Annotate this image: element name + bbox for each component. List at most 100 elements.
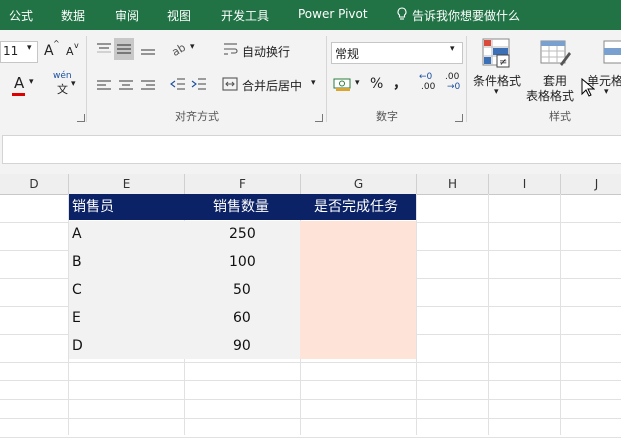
column-header-d[interactable]: D — [0, 174, 69, 194]
align-middle-button[interactable] — [114, 38, 134, 60]
chevron-down-icon[interactable]: ▾ — [311, 78, 316, 88]
align-right-icon[interactable] — [140, 79, 156, 91]
styles-group-label: 样式 — [549, 110, 571, 123]
align-middle-icon — [117, 44, 131, 54]
tab-data[interactable]: 数据 — [61, 7, 85, 24]
cell-salesperson[interactable]: D — [72, 333, 83, 360]
font-dialog-launcher[interactable] — [77, 114, 85, 122]
align-top-icon[interactable] — [96, 42, 112, 54]
phonetic-top[interactable]: wén — [53, 71, 72, 81]
format-as-table-icon — [540, 40, 571, 66]
tab-review[interactable]: 审阅 — [115, 7, 139, 24]
column-header-bar: D E F G H I J — [0, 174, 621, 195]
format-as-table-line2[interactable]: 表格格式 — [526, 87, 574, 104]
group-separator — [326, 36, 327, 122]
ribbon-tab-bar: 公式 数据 审阅 视图 开发工具 Power Pivot 告诉我你想要做什么 — [0, 0, 621, 30]
svg-text:≠: ≠ — [499, 57, 507, 68]
tab-view[interactable]: 视图 — [167, 7, 191, 24]
grid-column-line — [488, 194, 489, 435]
cell-salesperson[interactable]: E — [72, 305, 81, 332]
chevron-down-icon[interactable]: ▾ — [190, 42, 195, 52]
tab-developer[interactable]: 开发工具 — [221, 7, 269, 24]
comma-button[interactable]: ， — [393, 73, 407, 93]
grid-column-line — [416, 194, 417, 435]
align-center-icon[interactable] — [118, 79, 134, 91]
font-size-value: 11 — [3, 44, 19, 58]
ribbon: 11 ▾ A ^ A v A ▾ wén 文 ▾ ab ▾ 自动换行 合并后居中… — [0, 30, 621, 129]
grid-row — [0, 381, 621, 400]
cell-quantity[interactable]: 50 — [233, 277, 251, 304]
currency-icon[interactable] — [333, 76, 353, 92]
chevron-down-icon: ▾ — [27, 43, 32, 53]
number-format-select[interactable]: 常规 ▾ — [331, 42, 463, 64]
chevron-down-icon[interactable]: ▾ — [604, 87, 609, 97]
tab-power-pivot[interactable]: Power Pivot — [298, 7, 368, 21]
chevron-down-icon[interactable]: ▾ — [71, 79, 76, 89]
grid-column-line — [560, 194, 561, 435]
grid-row — [0, 400, 621, 419]
increase-decimal-button[interactable]: .00 — [421, 82, 435, 92]
merge-center-button[interactable]: 合并后居中 — [242, 77, 302, 94]
font-size-select[interactable]: 11 ▾ — [0, 41, 38, 63]
chevron-down-icon[interactable]: ▾ — [29, 77, 34, 87]
cell-salesperson[interactable]: B — [72, 249, 82, 276]
table-row: A 250 — [69, 221, 416, 248]
table-header-row: 销售员 销售数量 是否完成任务 — [69, 194, 416, 220]
caret-up-icon: ^ — [53, 39, 60, 48]
mouse-cursor-icon — [581, 78, 595, 97]
alignment-dialog-launcher[interactable] — [315, 114, 323, 122]
chevron-down-icon[interactable]: ▾ — [494, 87, 499, 97]
table-row: B 100 — [69, 249, 416, 276]
tab-formulas[interactable]: 公式 — [9, 7, 33, 24]
caret-down-icon: v — [74, 41, 79, 50]
column-header-f[interactable]: F — [185, 174, 301, 194]
header-salesperson[interactable]: 销售员 — [72, 194, 114, 220]
table-row: D 90 — [69, 333, 416, 360]
phonetic-bottom: 文 — [57, 83, 68, 96]
cell-quantity[interactable]: 90 — [233, 333, 251, 360]
orientation-icon[interactable]: ab — [170, 40, 188, 56]
lightbulb-icon — [396, 7, 408, 24]
cell-quantity[interactable]: 250 — [229, 221, 256, 248]
column-header-j[interactable]: J — [561, 174, 621, 194]
tell-me-search[interactable]: 告诉我你想要做什么 — [412, 7, 520, 24]
right-arrow-icon: →0 — [447, 82, 461, 92]
font-color-bar — [12, 93, 25, 96]
group-separator — [466, 36, 467, 122]
cell-salesperson[interactable]: A — [72, 221, 82, 248]
cell-quantity[interactable]: 60 — [233, 305, 251, 332]
align-left-icon[interactable] — [96, 79, 112, 91]
svg-text:ab: ab — [170, 41, 188, 56]
cell-quantity[interactable]: 100 — [229, 249, 256, 276]
merge-center-icon — [222, 77, 238, 91]
number-dialog-launcher[interactable] — [455, 114, 463, 122]
column-header-i[interactable]: I — [489, 174, 561, 194]
column-header-g[interactable]: G — [301, 174, 417, 194]
grid-row — [0, 362, 621, 381]
group-separator — [86, 36, 87, 122]
header-quantity[interactable]: 销售数量 — [213, 194, 269, 220]
increase-indent-icon[interactable] — [191, 77, 207, 91]
cell-salesperson[interactable]: C — [72, 277, 82, 304]
decrease-decimal-button[interactable]: .00 — [445, 72, 459, 82]
formula-input[interactable] — [2, 135, 621, 164]
chevron-down-icon[interactable]: ▾ — [355, 78, 360, 88]
conditional-format-icon: ≠ — [482, 38, 510, 68]
percent-button[interactable]: % — [370, 76, 383, 92]
table-row: C 50 — [69, 277, 416, 304]
column-header-h[interactable]: H — [417, 174, 489, 194]
decrease-indent-icon[interactable] — [170, 77, 186, 91]
chevron-down-icon: ▾ — [450, 44, 455, 54]
number-group-label: 数字 — [376, 110, 398, 123]
font-color-button[interactable]: A — [14, 74, 24, 92]
wrap-text-icon — [224, 43, 238, 55]
table-row: E 60 — [69, 305, 416, 332]
align-bottom-icon[interactable] — [140, 44, 156, 56]
header-completed[interactable]: 是否完成任务 — [314, 194, 398, 220]
wrap-text-button[interactable]: 自动换行 — [242, 43, 290, 60]
column-header-e[interactable]: E — [69, 174, 185, 194]
shrink-font-button[interactable]: A — [66, 45, 74, 58]
grid-row — [0, 419, 621, 438]
left-arrow-icon: ←0 — [419, 72, 433, 82]
alignment-group-label: 对齐方式 — [175, 110, 219, 123]
